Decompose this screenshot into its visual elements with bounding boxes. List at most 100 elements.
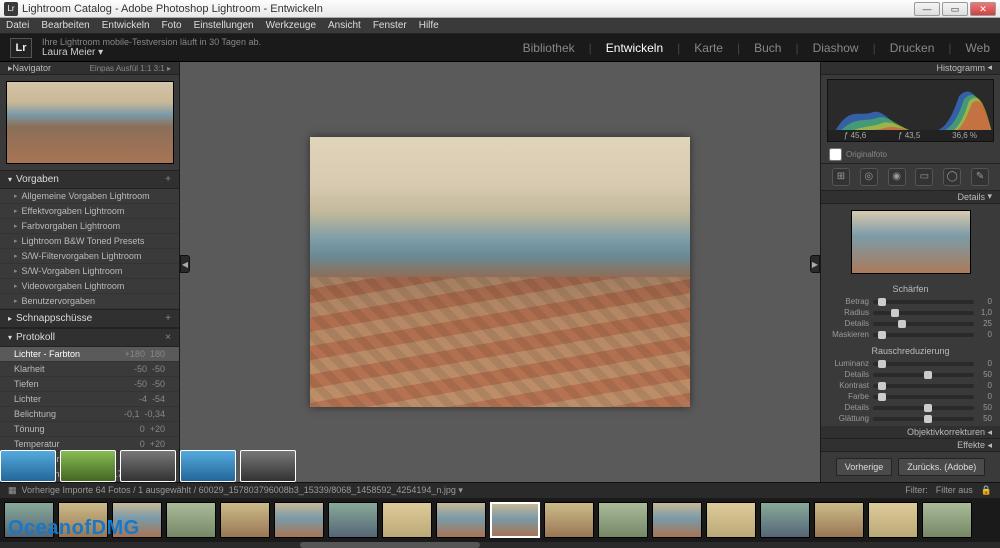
presets-header[interactable]: ▾Vorgaben+ xyxy=(0,170,179,189)
filter-off-button[interactable]: Filter aus xyxy=(936,485,973,496)
history-item[interactable]: Lichter-4 -54 xyxy=(0,392,179,407)
slider-knob[interactable] xyxy=(924,404,932,412)
filmstrip-thumb[interactable] xyxy=(814,502,864,538)
filmstrip-thumb[interactable] xyxy=(544,502,594,538)
sharpen-slider[interactable]: Maskieren0 xyxy=(829,329,992,340)
module-bibliothek[interactable]: Bibliothek xyxy=(523,41,575,55)
task-thumb[interactable] xyxy=(180,450,236,482)
slider-track[interactable] xyxy=(873,406,974,410)
scrollbar-thumb[interactable] xyxy=(300,542,480,548)
slider-knob[interactable] xyxy=(924,415,932,423)
filmstrip-thumb[interactable] xyxy=(220,502,270,538)
history-item[interactable]: Tiefen-50 -50 xyxy=(0,377,179,392)
close-button[interactable]: ✕ xyxy=(970,2,996,16)
menu-bearbeiten[interactable]: Bearbeiten xyxy=(41,20,89,31)
sharpen-slider[interactable]: Radius1,0 xyxy=(829,307,992,318)
redeye-tool-icon[interactable]: ◉ xyxy=(888,168,906,186)
module-karte[interactable]: Karte xyxy=(694,41,723,55)
preset-item[interactable]: ▸Videovorgaben Lightroom xyxy=(0,279,179,294)
radial-tool-icon[interactable]: ◯ xyxy=(943,168,961,186)
filter-lock-icon[interactable]: 🔒 xyxy=(981,485,992,496)
navigator-preview[interactable] xyxy=(6,81,174,164)
slider-knob[interactable] xyxy=(878,393,886,401)
slider-knob[interactable] xyxy=(891,309,899,317)
navigator-header[interactable]: ▸ Navigator Einpas Ausfül 1:1 3:1 ▸ xyxy=(0,62,179,75)
minimize-button[interactable]: — xyxy=(914,2,940,16)
details-header[interactable]: Details ▾ xyxy=(821,191,1000,204)
slider-knob[interactable] xyxy=(898,320,906,328)
menu-hilfe[interactable]: Hilfe xyxy=(419,20,439,31)
filmstrip-thumb[interactable] xyxy=(652,502,702,538)
preset-item[interactable]: ▸S/W-Filtervorgaben Lightroom xyxy=(0,249,179,264)
filmstrip-thumb[interactable] xyxy=(274,502,324,538)
task-thumb[interactable] xyxy=(120,450,176,482)
history-item[interactable]: Belichtung-0,1 -0,34 xyxy=(0,407,179,422)
filmstrip-thumb[interactable] xyxy=(382,502,432,538)
filmstrip-thumb[interactable] xyxy=(598,502,648,538)
slider-knob[interactable] xyxy=(878,298,886,306)
lens-header[interactable]: Objektivkorrekturen ◂ xyxy=(821,426,1000,439)
spot-tool-icon[interactable]: ◎ xyxy=(860,168,878,186)
slider-track[interactable] xyxy=(873,322,974,326)
slider-knob[interactable] xyxy=(878,382,886,390)
user-name[interactable]: Laura Meier ▾ xyxy=(42,47,261,58)
slider-track[interactable] xyxy=(873,300,974,304)
slider-track[interactable] xyxy=(873,395,974,399)
filmstrip-thumb[interactable] xyxy=(166,502,216,538)
noise-slider[interactable]: Farbe0 xyxy=(829,391,992,402)
module-diashow[interactable]: Diashow xyxy=(813,41,859,55)
filmstrip-thumb[interactable] xyxy=(868,502,918,538)
crop-tool-icon[interactable]: ⊞ xyxy=(832,168,850,186)
menu-entwickeln[interactable]: Entwickeln xyxy=(102,20,150,31)
preset-item[interactable]: ▸Benutzervorgaben xyxy=(0,294,179,309)
histogram[interactable]: ƒ 45,6 ƒ 43,5 36,6 % xyxy=(827,79,994,142)
left-panel-toggle[interactable]: ◀ xyxy=(180,255,190,273)
noise-slider[interactable]: Kontrast0 xyxy=(829,380,992,391)
grid-view-icon[interactable]: ▦ xyxy=(8,485,17,496)
task-thumb[interactable] xyxy=(0,450,56,482)
slider-knob[interactable] xyxy=(924,371,932,379)
task-thumb[interactable] xyxy=(60,450,116,482)
slider-track[interactable] xyxy=(873,373,974,377)
navigator-modes[interactable]: Einpas Ausfül 1:1 3:1 ▸ xyxy=(90,64,171,73)
menu-foto[interactable]: Foto xyxy=(162,20,182,31)
filmstrip-thumb[interactable] xyxy=(436,502,486,538)
loupe-view[interactable]: ◀ ▶ xyxy=(180,62,820,482)
brush-tool-icon[interactable]: ✎ xyxy=(971,168,989,186)
history-item[interactable]: Tönung0 +20 xyxy=(0,422,179,437)
reset-button[interactable]: Zurücks. (Adobe) xyxy=(898,458,985,476)
sharpen-slider[interactable]: Betrag0 xyxy=(829,296,992,307)
slider-knob[interactable] xyxy=(878,360,886,368)
preset-item[interactable]: ▸S/W-Vorgaben Lightroom xyxy=(0,264,179,279)
menu-einstellungen[interactable]: Einstellungen xyxy=(194,20,254,31)
preset-item[interactable]: ▸Allgemeine Vorgaben Lightroom xyxy=(0,189,179,204)
slider-track[interactable] xyxy=(873,417,974,421)
filmstrip-thumb[interactable] xyxy=(328,502,378,538)
compare-original[interactable]: Originalfoto xyxy=(821,146,1000,163)
effects-header[interactable]: Effekte ◂ xyxy=(821,439,1000,452)
sharpen-slider[interactable]: Details25 xyxy=(829,318,992,329)
previous-button[interactable]: Vorherige xyxy=(836,458,893,476)
slider-track[interactable] xyxy=(873,333,974,337)
maximize-button[interactable]: ▭ xyxy=(942,2,968,16)
menu-ansicht[interactable]: Ansicht xyxy=(328,20,361,31)
slider-track[interactable] xyxy=(873,384,974,388)
module-buch[interactable]: Buch xyxy=(754,41,781,55)
compare-checkbox[interactable] xyxy=(829,148,842,161)
preset-item[interactable]: ▸Effektvorgaben Lightroom xyxy=(0,204,179,219)
noise-slider[interactable]: Luminanz0 xyxy=(829,358,992,369)
task-thumb[interactable] xyxy=(240,450,296,482)
filmstrip-thumb[interactable] xyxy=(922,502,972,538)
filmstrip-thumb[interactable] xyxy=(706,502,756,538)
main-photo[interactable] xyxy=(310,137,690,407)
right-panel-toggle[interactable]: ▶ xyxy=(810,255,820,273)
history-header[interactable]: ▾Protokoll× xyxy=(0,328,179,347)
filmstrip-thumb-selected[interactable] xyxy=(490,502,540,538)
filmstrip-thumb[interactable] xyxy=(760,502,810,538)
gradient-tool-icon[interactable]: ▭ xyxy=(915,168,933,186)
module-entwickeln[interactable]: Entwickeln xyxy=(606,41,663,55)
module-web[interactable]: Web xyxy=(966,41,990,55)
preset-item[interactable]: ▸Lightroom B&W Toned Presets xyxy=(0,234,179,249)
menu-datei[interactable]: Datei xyxy=(6,20,29,31)
history-item[interactable]: Lichter - Farbton+180 180 xyxy=(0,347,179,362)
